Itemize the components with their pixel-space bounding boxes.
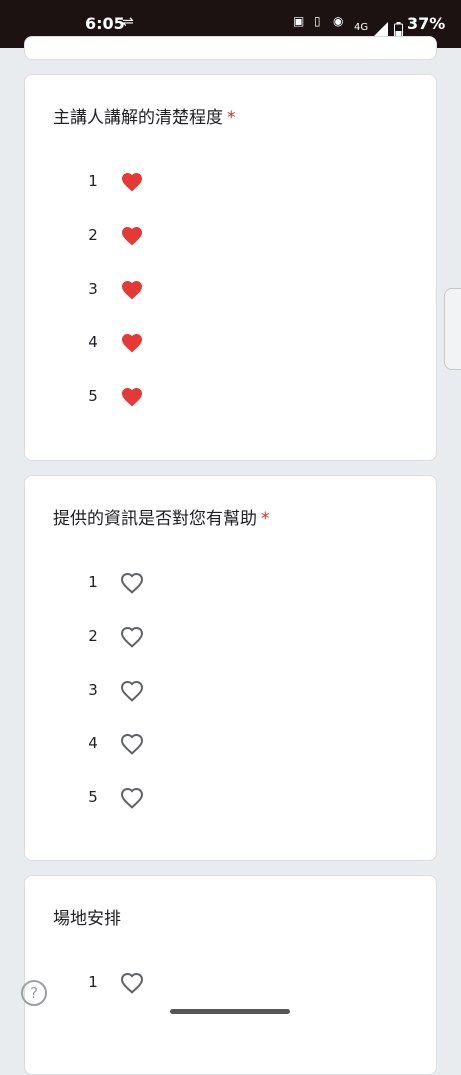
- sync-icon: ⇌: [122, 14, 134, 30]
- question-title: 主講人講解的清楚程度 *: [53, 103, 236, 128]
- heart-filled-icon[interactable]: [120, 278, 144, 302]
- rating-number: 4: [88, 333, 98, 352]
- rating-number: 5: [88, 387, 98, 406]
- heart-filled-icon[interactable]: [120, 331, 144, 355]
- rating-option-5[interactable]: 5: [25, 783, 225, 813]
- heart-outline-icon[interactable]: [120, 571, 144, 595]
- rating-number: 3: [88, 680, 98, 699]
- rating-number: 2: [88, 225, 98, 244]
- home-gesture-bar[interactable]: [170, 1009, 290, 1014]
- rating-option-1[interactable]: 1: [25, 568, 225, 598]
- side-drawer-handle[interactable]: [444, 288, 461, 370]
- rating-option-2[interactable]: 2: [25, 622, 225, 652]
- rating-option-2[interactable]: 2: [25, 221, 225, 251]
- heart-filled-icon[interactable]: [120, 170, 144, 194]
- rating-number: 1: [88, 973, 98, 991]
- rating-option-3[interactable]: 3: [25, 275, 225, 305]
- rating-number: 4: [88, 734, 98, 753]
- volte-icon: ◉: [333, 14, 344, 28]
- auto-rotate-icon: ▣: [293, 14, 305, 28]
- question-title-text: 提供的資訊是否對您有幫助: [53, 509, 257, 529]
- question-card-helpfulness: 提供的資訊是否對您有幫助 * 1 2 3 4 5: [24, 475, 437, 861]
- heart-outline-icon[interactable]: [120, 971, 144, 995]
- network-type: 4G: [354, 22, 369, 33]
- heart-filled-icon[interactable]: [120, 224, 144, 248]
- rating-number: 5: [88, 788, 98, 807]
- vibrate-icon: ▯: [314, 14, 321, 28]
- rating-number: 1: [88, 172, 98, 190]
- question-title-text: 主講人講解的清楚程度: [53, 108, 223, 128]
- heart-outline-icon[interactable]: [120, 679, 144, 703]
- question-card-venue: 場地安排 1: [24, 875, 437, 1075]
- question-title: 提供的資訊是否對您有幫助 *: [53, 504, 270, 529]
- rating-option-5[interactable]: 5: [25, 382, 225, 412]
- status-time: 6:05: [85, 14, 125, 33]
- rating-option-1[interactable]: 1: [25, 167, 225, 197]
- required-asterisk: *: [227, 108, 236, 128]
- heart-filled-icon[interactable]: [120, 385, 144, 409]
- question-card-clarity: 主講人講解的清楚程度 * 1 2 3 4 5: [24, 74, 437, 461]
- rating-option-1[interactable]: 1: [25, 968, 225, 998]
- rating-option-3[interactable]: 3: [25, 676, 225, 706]
- rating-number: 3: [88, 279, 98, 298]
- previous-question-card: [24, 36, 437, 60]
- help-icon[interactable]: ?: [21, 980, 47, 1006]
- question-title-text: 場地安排: [53, 909, 121, 929]
- required-asterisk: *: [261, 509, 270, 529]
- rating-number: 2: [88, 626, 98, 645]
- heart-outline-icon[interactable]: [120, 625, 144, 649]
- rating-option-4[interactable]: 4: [25, 328, 225, 358]
- battery-percentage: 37%: [407, 14, 446, 33]
- heart-outline-icon[interactable]: [120, 732, 144, 756]
- heart-outline-icon[interactable]: [120, 786, 144, 810]
- rating-number: 1: [88, 573, 98, 591]
- question-title: 場地安排: [53, 904, 121, 929]
- rating-option-4[interactable]: 4: [25, 729, 225, 759]
